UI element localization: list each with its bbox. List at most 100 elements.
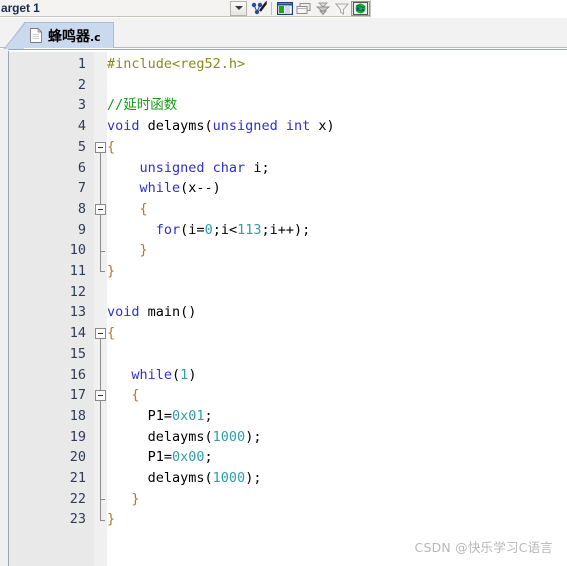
line-number: 19 [69,428,86,445]
code-token: ; [204,407,213,424]
code-folding-column[interactable] [94,52,107,566]
code-token: 0x01 [172,407,205,424]
code-token: ;i++); [261,221,311,238]
line-number: 17 [69,387,86,404]
code-token: delayms( [107,428,213,445]
code-token: i; [253,159,270,176]
fold-end-tick [100,499,105,501]
csdn-watermark: CSDN @快乐学习C语言 [414,540,553,555]
code-token: #include<reg52.h> [107,56,246,72]
code-token: 0x00 [172,449,205,466]
code-token: } [107,511,116,528]
filter-icon[interactable] [332,1,351,16]
code-token: } [107,263,116,279]
code-line: while(1) [107,365,196,386]
tab-filename: 蜂鸣器 [48,28,90,45]
manage-components-icon[interactable] [275,1,294,16]
code-line: } [107,509,115,530]
code-token: P1= [107,407,173,424]
editor-left-rail [0,49,9,566]
build-target-icon[interactable] [249,1,268,16]
line-number: 15 [69,345,86,362]
code-token: ;i< [212,221,238,238]
line-number: 20 [69,449,86,466]
fold-toggle-icon[interactable] [95,390,106,402]
line-number: 8 [77,200,86,217]
line-number: 5 [77,138,86,155]
line-number: 4 [77,118,86,135]
toolbar: arget 1 [0,0,371,17]
line-number: 23 [69,511,86,528]
configure-folders-glyph [296,2,311,14]
line-number: 6 [77,159,86,176]
fold-end-tick [100,250,105,252]
line-number: 9 [77,221,86,238]
code-token: unsigned char [139,159,254,176]
configure-folders-icon[interactable] [294,1,313,16]
code-token: { [107,138,116,155]
code-token: delayms( [147,118,213,135]
code-token: ) [188,366,197,383]
chevron-down-icon[interactable] [230,0,247,16]
line-number: 18 [69,407,86,424]
line-number: 21 [69,470,86,486]
code-line: } [107,240,148,261]
code-token: while [131,366,173,383]
code-line: void main() [107,302,196,323]
code-token: //延时函数 [107,97,178,114]
batch-build-icon[interactable] [313,1,332,16]
code-token: ( [172,366,181,383]
line-number: 13 [69,304,86,321]
line-number: 10 [69,242,86,259]
code-token: } [131,490,140,507]
code-token: (i= [180,221,205,238]
fold-toggle-icon[interactable] [95,203,106,215]
code-line: } [107,489,140,510]
code-token: void [107,304,148,321]
code-token: ); [245,428,262,445]
code-token: { [131,387,140,404]
code-line: delayms(1000); [107,427,262,448]
line-number: 14 [69,325,86,342]
line-number-gutter: 1 2 3 4 5 6 7 8 9 10 11 12 13 14 15 16 17 18 19 20 21 22 23 [9,52,94,566]
code-line: { [107,323,115,344]
target-selector-label: arget 1 [1,1,40,15]
filter-glyph [334,3,349,15]
fold-end-tick [100,519,105,521]
tab-extension: .c [90,30,101,44]
build-target-glyph [251,1,267,15]
code-token: } [139,242,148,259]
code-line: { [107,385,140,406]
code-token: 1000 [212,428,246,445]
code-token: delayms( [107,470,213,486]
code-line: { [107,137,115,158]
batch-build-glyph [315,2,330,15]
book-globe-icon[interactable] [351,0,370,16]
code-token: x) [318,118,335,135]
code-text-surface[interactable]: #include<reg52.h> //延时函数 void delayms( uns… [107,52,567,566]
code-editor[interactable]: 1 2 3 4 5 6 7 8 9 10 11 12 13 14 15 16 17 18 19 20 21 22 23 #i… [0,49,567,566]
code-token: main() [147,304,197,321]
file-document-icon [30,28,42,43]
code-token: 113 [237,221,262,238]
line-number: 7 [77,180,86,197]
fold-toggle-icon[interactable] [95,141,106,153]
tab-buzzer-c[interactable]: 蜂鸣器.c [3,22,114,50]
code-token: void [107,118,148,135]
code-token: (x--) [180,180,221,197]
code-line: #include<reg52.h> [107,54,245,75]
line-number: 11 [69,263,86,279]
line-number: 16 [69,366,86,383]
keil-ide-window: arget 1 蜂鸣器.c 1 2 3 4 5 6 7 8 9 10 11 12… [0,0,567,566]
code-line: //延时函数 [107,95,177,116]
code-line: delayms(1000); [107,468,262,489]
fold-toggle-icon[interactable] [95,327,106,339]
